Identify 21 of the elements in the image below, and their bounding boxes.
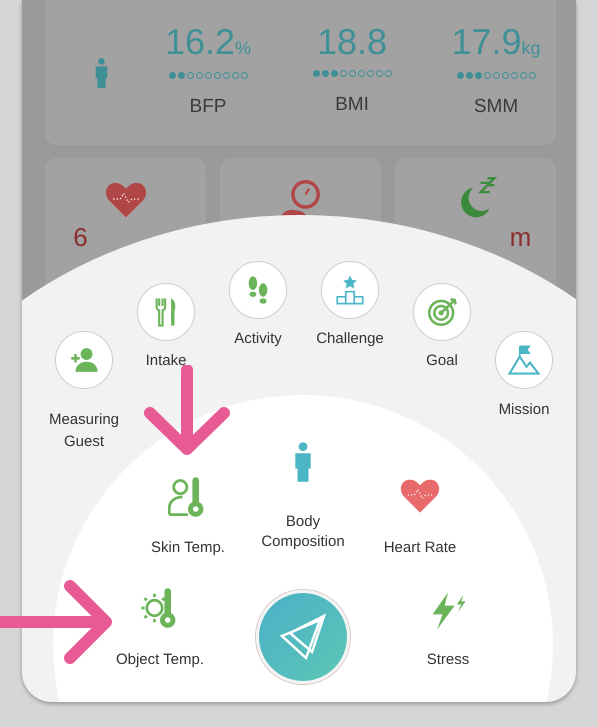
- menu-item-label: Stress: [426, 650, 470, 670]
- metric-value: 16.2%: [164, 24, 252, 62]
- mountain-flag-icon: [507, 343, 541, 377]
- menu-item-label: Body Composition: [260, 512, 346, 552]
- menu-item-label: Skin Temp.: [150, 538, 226, 558]
- menu-item-label: Goal: [425, 351, 459, 371]
- target-icon: [425, 295, 459, 329]
- menu-item-label: Object Temp.: [114, 650, 206, 670]
- menu-item-label: Intake: [144, 351, 188, 371]
- tile-value: 6: [73, 222, 88, 252]
- menu-item-label: Activity: [233, 329, 283, 349]
- metric-label: SMM: [474, 94, 518, 119]
- tile-value: m: [510, 222, 532, 252]
- metric-value: 17.9kg: [451, 24, 541, 62]
- metric-value: 18.8: [316, 24, 388, 60]
- menu-item-label: Challenge: [315, 329, 385, 349]
- menu-item-label: Mission: [498, 400, 550, 420]
- metric-label: BFP: [190, 94, 226, 119]
- menu-item-label: Heart Rate: [382, 538, 458, 558]
- metric-label: BMI: [335, 92, 369, 117]
- menu-item-label: Measuring Guest: [48, 410, 120, 452]
